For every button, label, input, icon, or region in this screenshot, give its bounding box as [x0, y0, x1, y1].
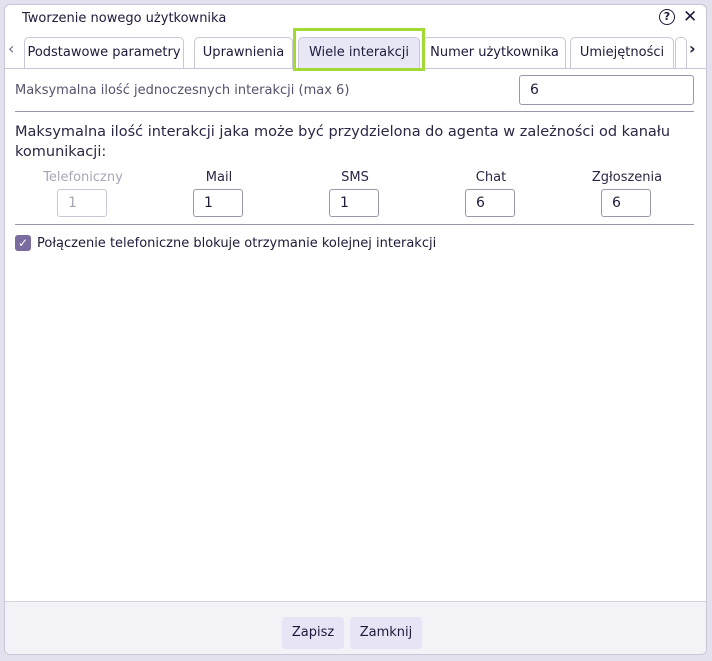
dialog: Tworzenie nowego użytkownika ? ✕ ‹ Podst…: [4, 4, 707, 655]
chevron-left-icon[interactable]: ‹: [8, 39, 14, 58]
tab-multiple-interactions[interactable]: Wiele interakcji: [298, 37, 420, 68]
divider-bottom: [15, 224, 694, 225]
channel-input-phone: 1: [57, 189, 107, 217]
tab-permissions[interactable]: Uprawnienia: [194, 37, 293, 68]
channel-input-chat[interactable]: 6: [465, 189, 515, 217]
max-simultaneous-input[interactable]: 6: [519, 75, 694, 105]
tab-skills[interactable]: Umiejętności: [570, 37, 674, 68]
tab-user-number[interactable]: Numer użytkownika: [423, 37, 566, 68]
tab-basic-parameters[interactable]: Podstawowe parametry: [24, 37, 184, 68]
channel-label-sms: SMS: [341, 170, 369, 185]
phone-blocks-checkbox[interactable]: ✓: [15, 235, 31, 251]
dialog-footer: Zapisz Zamknij: [5, 601, 706, 654]
close-button[interactable]: Zamknij: [350, 617, 422, 649]
channel-label-chat: Chat: [475, 170, 507, 185]
channel-label-tickets: Zgłoszenia: [591, 170, 663, 185]
titlebar: Tworzenie nowego użytkownika ? ✕: [5, 5, 706, 32]
checkmark-icon: ✓: [17, 236, 29, 250]
close-icon[interactable]: ✕: [683, 7, 697, 27]
channel-input-sms[interactable]: 1: [329, 189, 379, 217]
save-button[interactable]: Zapisz: [282, 617, 344, 649]
channel-input-tickets[interactable]: 6: [601, 189, 651, 217]
dialog-title: Tworzenie nowego użytkownika: [22, 11, 227, 26]
phone-blocks-label[interactable]: Połączenie telefoniczne blokuje otrzyman…: [37, 236, 436, 251]
max-simultaneous-label: Maksymalna ilość jednoczesnych interakcj…: [15, 83, 350, 98]
channel-input-mail[interactable]: 1: [193, 189, 243, 217]
tab-next-partial[interactable]: [675, 37, 687, 68]
channel-label-mail: Mail: [205, 170, 233, 185]
tab-bar: ‹ Podstawowe parametry Uprawnienia Wiele…: [5, 28, 706, 71]
chevron-right-icon[interactable]: ›: [689, 39, 696, 58]
channel-label-phone: Telefoniczny: [43, 170, 123, 185]
help-icon[interactable]: ?: [659, 9, 675, 25]
divider-top: [15, 111, 694, 112]
channels-description: Maksymalna ilość interakcji jaka może by…: [15, 124, 671, 160]
